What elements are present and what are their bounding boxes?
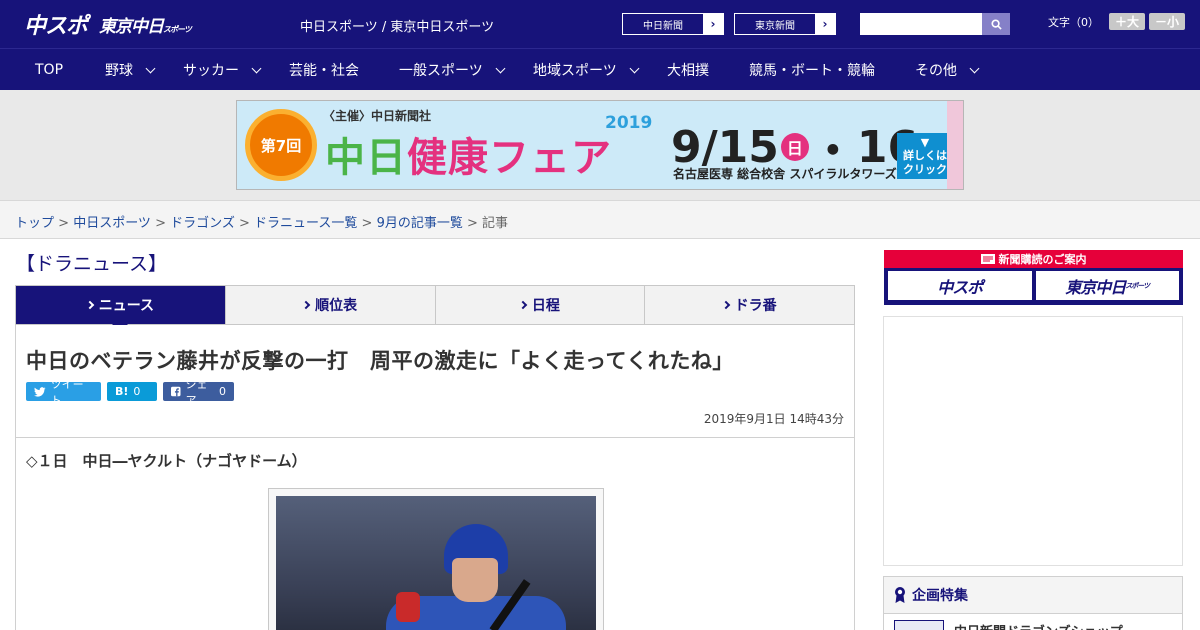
font-size-control: 文字（0） ＋大 －小 [1048, 13, 1186, 30]
nav-item-top[interactable]: TOP [35, 49, 63, 91]
dragons-shop-thumbnail [894, 620, 944, 630]
top-header: 中スポ 東京中日スポーツ 中日スポーツ / 東京中日スポーツ 中日新聞 › 東京… [0, 0, 1200, 48]
special-feature-item[interactable]: 中日新聞ドラゴンズショップ [884, 614, 1182, 630]
hatena-icon: B! [115, 385, 129, 398]
banner-decoration [947, 101, 963, 189]
subscription-banner[interactable]: 新聞購読のご案内 中スポ 東京中日 スポーツ [884, 250, 1183, 305]
game-info-line: ◇１日 中日―ヤクルト（ナゴヤドーム） [26, 452, 307, 470]
tab-news[interactable]: ニュース [16, 286, 226, 332]
chevron-right-icon: › [703, 14, 723, 34]
search-button[interactable] [982, 13, 1010, 35]
day-badge: 日 [780, 133, 809, 161]
chevron-down-icon [969, 63, 980, 73]
banner-title: 中日健康フェア [325, 135, 612, 181]
subscribe-tokyo-chunichi-button[interactable]: 東京中日 スポーツ [1035, 271, 1179, 300]
logo-chuspo: 中スポ [24, 14, 88, 39]
font-size-decrease-button[interactable]: －小 [1149, 13, 1186, 30]
photo-face [452, 558, 498, 602]
tab-standings[interactable]: 順位表 [226, 286, 436, 324]
banner-venue: 名古屋医専 総合校舎 スパイラルタワーズ [673, 167, 897, 181]
health-fair-banner[interactable]: 第7回 〈主催〉中日新聞社 中日健康フェア 2019 9/15 日 ・ 16 祝… [236, 100, 964, 190]
search-input[interactable] [860, 13, 982, 35]
facebook-share-button[interactable]: シェア 0 [163, 378, 234, 407]
nav-item-baseball[interactable]: 野球 [105, 49, 156, 91]
hatena-bookmark-button[interactable]: B! 0 [107, 382, 157, 401]
chevron-down-icon [145, 63, 156, 73]
article-photo[interactable] [276, 496, 596, 630]
nav-item-general-sports[interactable]: 一般スポーツ [399, 49, 506, 91]
nav-item-local-sports[interactable]: 地域スポーツ [533, 49, 640, 91]
chevron-down-icon [251, 63, 262, 73]
breadcrumb-current: 記事 [482, 216, 509, 231]
subscription-header: 新聞購読のご案内 [884, 250, 1183, 268]
tweet-button[interactable]: ツイート [26, 378, 101, 407]
tab-dora-ban[interactable]: ドラ番 [645, 286, 854, 324]
sidebar-ad-slot [883, 316, 1183, 566]
article-headline: 中日のベテラン藤井が反撃の一打 周平の激走に「よく走ってくれたね」 [26, 349, 734, 373]
nav-item-other[interactable]: その他 [915, 49, 980, 91]
section-title: 【ドラニュース】 [16, 253, 168, 275]
logo-tokyo-chunichi: 東京中日スポーツ [99, 16, 192, 37]
banner-host: 〈主催〉中日新聞社 [323, 109, 432, 123]
main-nav: TOP 野球 サッカー 芸能・社会 一般スポーツ 地域スポーツ 大相撲 競馬・ボ… [0, 48, 1200, 90]
site-links[interactable]: 中日スポーツ / 東京中日スポーツ [300, 16, 494, 35]
chevron-down-icon [629, 63, 640, 73]
subscribe-chuspo-button[interactable]: 中スポ [888, 271, 1032, 300]
chevron-right-icon [301, 300, 311, 310]
search-icon [990, 18, 1002, 30]
special-features-box: 企画特集 中日新聞ドラゴンズショップ [883, 576, 1183, 630]
nav-item-entertainment[interactable]: 芸能・社会 [289, 49, 359, 91]
breadcrumb-link-news-list[interactable]: ドラニュース一覧 [254, 216, 357, 231]
tab-schedule[interactable]: 日程 [436, 286, 646, 324]
article-photo-frame [268, 488, 604, 630]
breadcrumb-link-chuspo[interactable]: 中日スポーツ [73, 216, 151, 231]
article-header: 中日のベテラン藤井が反撃の一打 周平の激走に「よく走ってくれたね」 ツイート B… [15, 325, 855, 438]
tokyo-shimbun-button[interactable]: 東京新聞 › [734, 13, 836, 35]
breadcrumb: トップ > 中日スポーツ > ドラゴンズ > ドラニュース一覧 > 9月の記事一… [15, 216, 509, 231]
chunichi-shimbun-button[interactable]: 中日新聞 › [622, 13, 724, 35]
paper-button-label: 中日新聞 [643, 20, 683, 32]
chevron-right-icon [518, 300, 528, 310]
chevron-right-icon [85, 300, 94, 310]
edition-badge: 第7回 [245, 109, 317, 181]
chevron-right-icon: › [815, 14, 835, 34]
article-body: ◇１日 中日―ヤクルト（ナゴヤドーム） [15, 437, 855, 630]
publish-date: 2019年9月1日 14時43分 [703, 412, 844, 426]
chevron-right-icon [721, 300, 730, 310]
hatena-count: 0 [133, 385, 141, 398]
search-box [860, 13, 1010, 35]
ribbon-icon [895, 587, 905, 603]
banner-year: 2019 [605, 113, 653, 133]
newspaper-icon [980, 254, 995, 264]
share-count: 0 [219, 385, 226, 398]
nav-item-sumo[interactable]: 大相撲 [667, 49, 709, 91]
font-size-increase-button[interactable]: ＋大 [1109, 13, 1146, 30]
twitter-icon [34, 386, 46, 397]
font-size-label: 文字（0） [1048, 15, 1099, 29]
news-tabs: ニュース 順位表 日程 ドラ番 [15, 285, 855, 332]
breadcrumb-link-dragons[interactable]: ドラゴンズ [170, 216, 235, 231]
facebook-icon [171, 386, 181, 397]
photo-batting-glove [396, 592, 420, 622]
arrow-down-icon: ▼ [920, 136, 930, 150]
subscription-options: 中スポ 東京中日 スポーツ [884, 268, 1183, 303]
breadcrumb-link-top[interactable]: トップ [15, 216, 54, 231]
breadcrumb-bar: トップ > 中日スポーツ > ドラゴンズ > ドラニュース一覧 > 9月の記事一… [0, 200, 1200, 239]
nav-item-soccer[interactable]: サッカー [183, 49, 262, 91]
site-logo[interactable]: 中スポ 東京中日スポーツ [24, 9, 192, 39]
chevron-down-icon [495, 63, 506, 73]
banner-details-button[interactable]: ▼ 詳しくは クリック [897, 133, 953, 179]
breadcrumb-link-month[interactable]: 9月の記事一覧 [377, 216, 463, 231]
special-features-header: 企画特集 [884, 577, 1182, 614]
paper-button-label: 東京新聞 [755, 20, 795, 32]
nav-item-racing[interactable]: 競馬・ボート・競輪 [749, 49, 875, 91]
social-share-buttons: ツイート B! 0 シェア 0 [26, 378, 234, 407]
